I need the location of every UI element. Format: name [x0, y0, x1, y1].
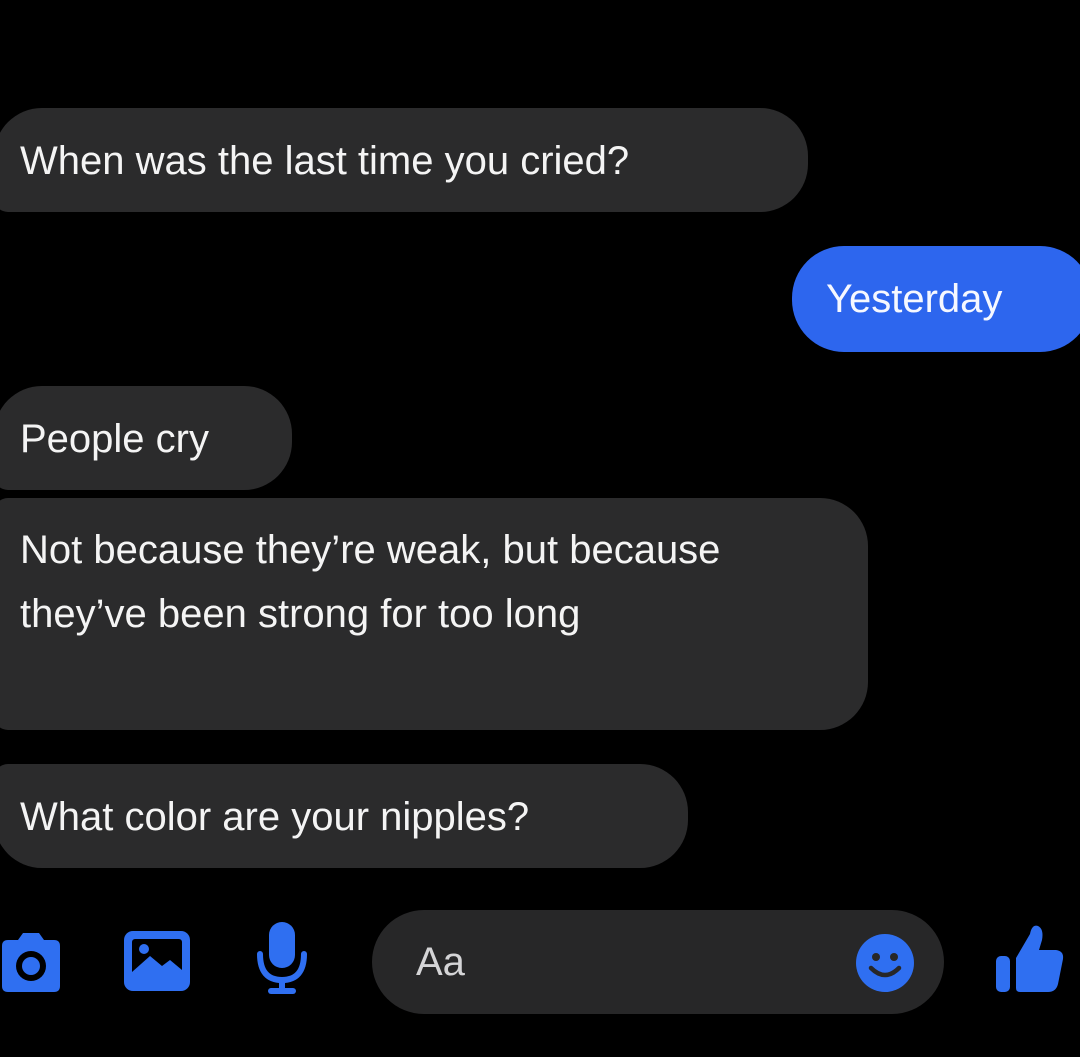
thumbs-up-icon[interactable] [994, 920, 1066, 996]
message-input[interactable] [416, 936, 796, 988]
message-input-container[interactable] [372, 910, 944, 1014]
composer-bar [0, 900, 1080, 1030]
incoming-message[interactable]: When was the last time you cried? [0, 108, 808, 212]
incoming-message[interactable]: People cry [0, 386, 292, 490]
emoji-icon[interactable] [854, 932, 916, 994]
image-icon[interactable] [122, 928, 192, 994]
incoming-message[interactable]: What color are your nipples? [0, 764, 688, 868]
microphone-icon[interactable] [254, 920, 310, 1000]
incoming-message[interactable]: Not because they’re weak, but because th… [0, 498, 868, 730]
outgoing-message[interactable]: Yesterday [792, 246, 1080, 352]
camera-icon[interactable] [0, 926, 66, 998]
